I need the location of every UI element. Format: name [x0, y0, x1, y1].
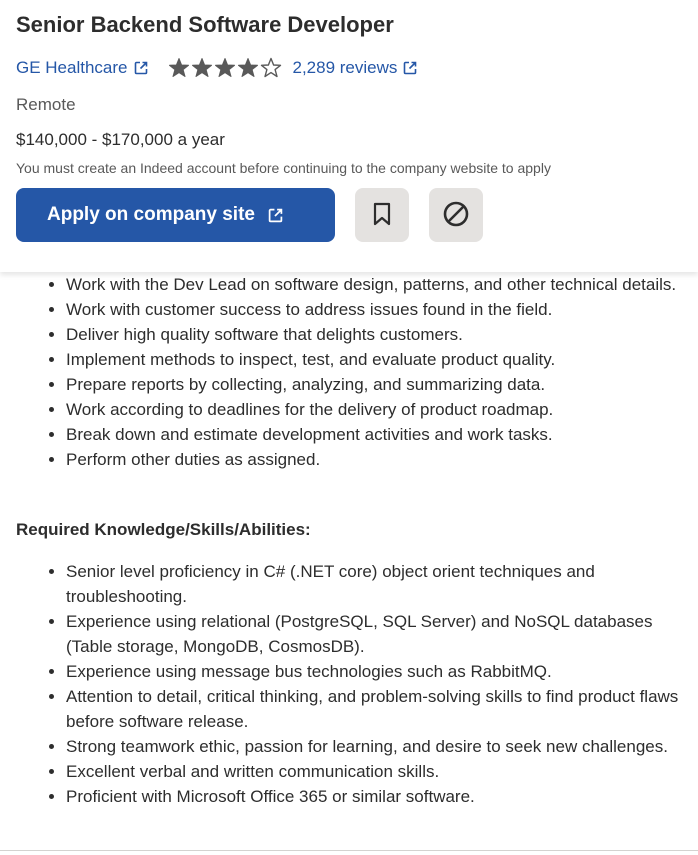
list-item: Proficient with Microsoft Office 365 or … [66, 784, 690, 809]
list-item: Prepare reports by collecting, analyzing… [66, 372, 690, 397]
list-item: Excellent verbal and written communicati… [66, 759, 690, 784]
list-item: Attention to detail, critical thinking, … [66, 684, 690, 734]
apply-button-label: Apply on company site [47, 204, 255, 225]
star-filled-icon [168, 57, 190, 79]
external-link-icon [268, 208, 283, 223]
divider [0, 850, 698, 851]
list-item: Work according to deadlines for the deli… [66, 397, 690, 422]
duties-list: Work with the Dev Lead on software desig… [0, 272, 698, 472]
list-item: Implement methods to inspect, test, and … [66, 347, 690, 372]
save-job-button[interactable] [355, 188, 409, 242]
job-header: Senior Backend Software Developer GE Hea… [0, 0, 698, 272]
star-filled-icon [214, 57, 236, 79]
block-icon [442, 200, 470, 231]
list-item: Work with customer success to address is… [66, 297, 690, 322]
job-title: Senior Backend Software Developer [16, 12, 394, 37]
star-filled-icon [191, 57, 213, 79]
apply-button[interactable]: Apply on company site [16, 188, 335, 242]
company-link[interactable]: GE Healthcare [16, 58, 148, 78]
company-name: GE Healthcare [16, 58, 128, 77]
list-item: Deliver high quality software that delig… [66, 322, 690, 347]
job-salary: $140,000 - $170,000 a year [16, 130, 225, 149]
skills-list: Senior level proficiency in C# (.NET cor… [0, 559, 698, 809]
list-item: Break down and estimate development acti… [66, 422, 690, 447]
company-rating-row: GE Healthcare 2,289 reviews [16, 56, 417, 80]
skills-heading: Required Knowledge/Skills/Abilities: [16, 520, 311, 539]
list-item: Senior level proficiency in C# (.NET cor… [66, 559, 690, 609]
rating-stars [168, 57, 283, 79]
reviews-count: 2,289 reviews [292, 58, 398, 77]
external-link-icon [134, 61, 148, 75]
star-outline-icon [260, 57, 282, 79]
list-item: Experience using message bus technologie… [66, 659, 690, 684]
job-description[interactable]: Work with the Dev Lead on software desig… [0, 272, 698, 850]
bookmark-icon [370, 201, 394, 230]
star-filled-icon [237, 57, 259, 79]
list-item: Experience using relational (PostgreSQL,… [66, 609, 690, 659]
external-link-icon [403, 61, 417, 75]
list-item: Work with the Dev Lead on software desig… [66, 272, 690, 297]
apply-notice: You must create an Indeed account before… [16, 160, 551, 176]
not-interested-button[interactable] [429, 188, 483, 242]
list-item: Perform other duties as assigned. [66, 447, 690, 472]
list-item: Strong teamwork ethic, passion for learn… [66, 734, 690, 759]
reviews-link[interactable]: 2,289 reviews [293, 58, 418, 78]
job-location: Remote [16, 95, 76, 114]
